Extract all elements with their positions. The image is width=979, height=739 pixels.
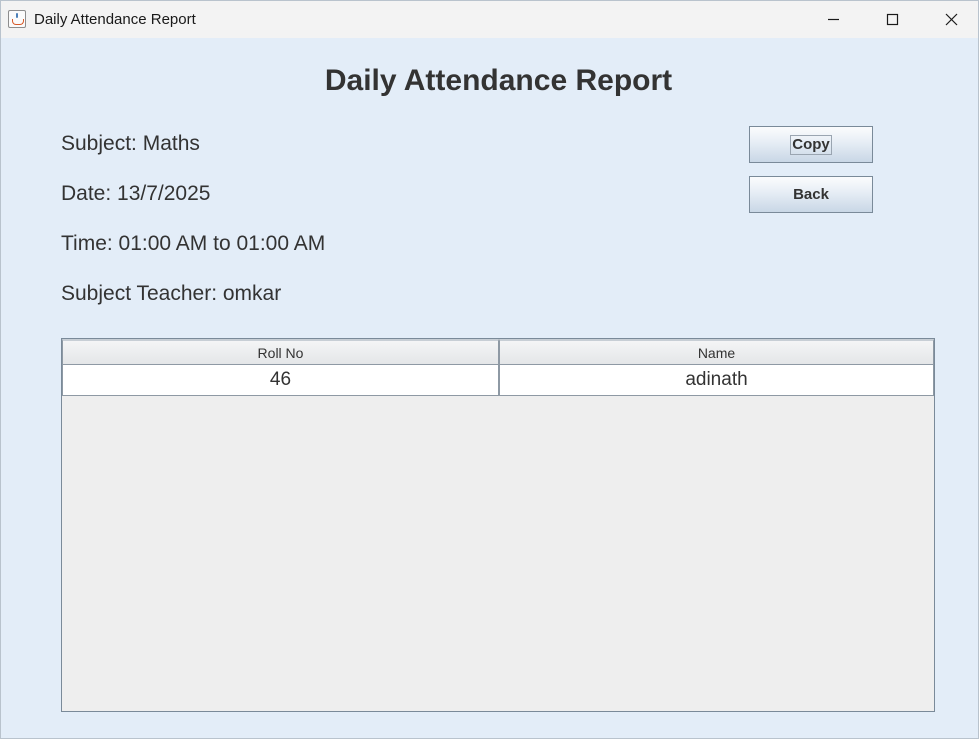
column-header-name[interactable]: Name [499, 339, 934, 365]
maximize-icon [886, 13, 899, 26]
minimize-button[interactable] [804, 1, 862, 38]
date-label: Date: 13/7/2025 [61, 182, 211, 205]
time-label: Time: 01:00 AM to 01:00 AM [61, 232, 326, 255]
maximize-button[interactable] [863, 1, 921, 38]
copy-button[interactable]: Copy [749, 126, 873, 163]
attendance-report-window: Daily Attendance Report Daily Attendance… [0, 0, 979, 739]
cell-name[interactable]: adinath [499, 365, 934, 396]
report-heading: Daily Attendance Report [324, 64, 673, 97]
subject-label: Subject: Maths [61, 132, 200, 155]
window-title: Daily Attendance Report [34, 11, 196, 28]
table-header: Roll No Name [62, 339, 934, 365]
title-bar[interactable]: Daily Attendance Report [1, 1, 978, 38]
back-button-label: Back [793, 186, 829, 203]
minimize-icon [828, 18, 839, 21]
cell-roll-no[interactable]: 46 [62, 365, 499, 396]
copy-button-label: Copy [790, 135, 832, 156]
close-button[interactable] [921, 1, 979, 38]
teacher-label: Subject Teacher: omkar [61, 282, 282, 305]
java-cup-icon [8, 10, 26, 28]
table-row[interactable]: 46 adinath [62, 365, 934, 396]
close-icon [945, 13, 958, 26]
back-button[interactable]: Back [749, 176, 873, 213]
attendance-table[interactable]: Roll No Name 46 adinath [61, 338, 935, 712]
column-header-roll-no[interactable]: Roll No [62, 339, 499, 365]
